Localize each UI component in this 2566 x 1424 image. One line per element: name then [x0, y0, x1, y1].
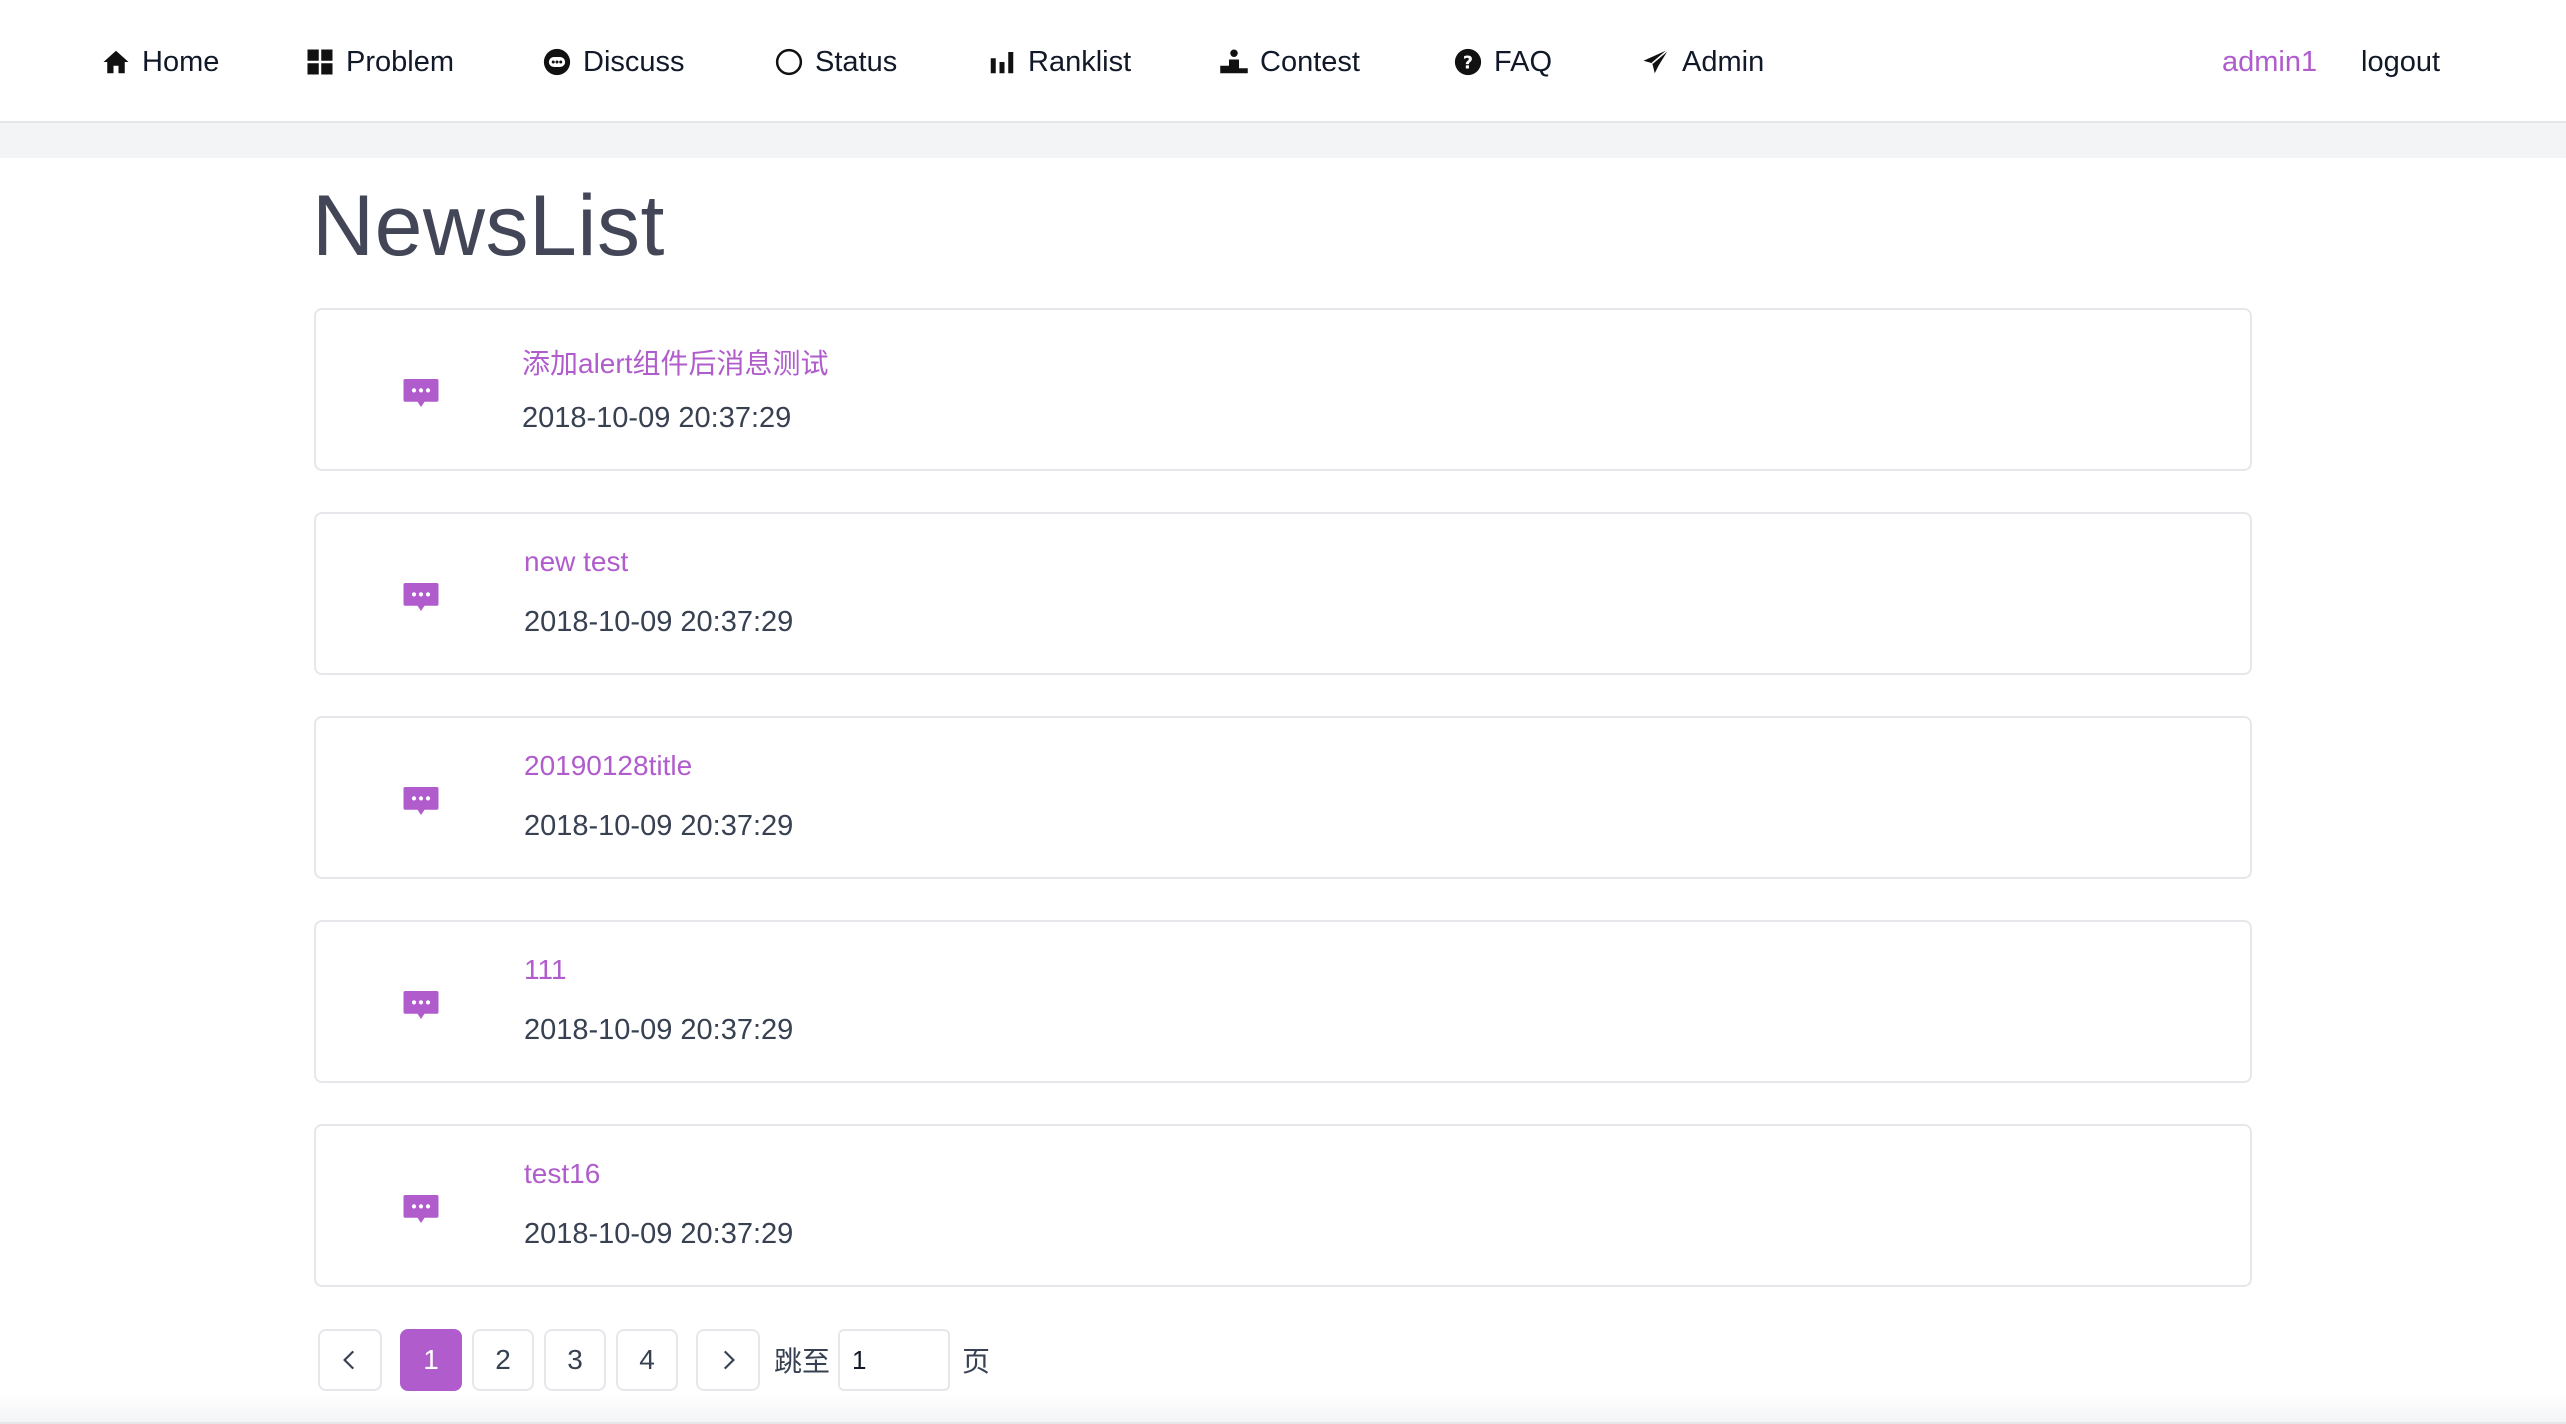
nav-status-label: Status: [815, 45, 898, 78]
news-item[interactable]: test16 2018-10-09 20:37:29: [314, 1124, 2252, 1287]
page-button-2[interactable]: 2: [472, 1329, 534, 1391]
news-date: 2018-10-09 20:37:29: [524, 810, 794, 842]
top-navbar: Home Problem Discuss Status Ranklist Con…: [0, 0, 2566, 123]
page-title: NewsList: [312, 178, 665, 274]
nav-admin[interactable]: Admin: [1640, 40, 1764, 84]
nav-ranklist-label: Ranklist: [1028, 45, 1132, 78]
news-title[interactable]: test16: [524, 1158, 600, 1190]
podium-icon: [1218, 46, 1250, 78]
news-date: 2018-10-09 20:37:29: [524, 1218, 794, 1250]
header-divider-strip: [0, 123, 2566, 158]
user-name-link[interactable]: admin1: [2222, 40, 2317, 84]
chat-icon: [541, 46, 573, 78]
pagination: 1 2 3 4 跳至 页: [318, 1328, 990, 1392]
page-unit-label: 页: [962, 1346, 991, 1377]
nav-status[interactable]: Status: [773, 40, 897, 84]
logout-link[interactable]: logout: [2361, 40, 2440, 84]
nav-faq[interactable]: ? FAQ: [1452, 40, 1552, 84]
news-item[interactable]: 20190128title 2018-10-09 20:37:29: [314, 716, 2252, 879]
news-date: 2018-10-09 20:37:29: [522, 402, 792, 434]
message-icon: [403, 379, 439, 407]
news-date: 2018-10-09 20:37:29: [524, 606, 794, 638]
footer-divider: [0, 1395, 2566, 1424]
news-date: 2018-10-09 20:37:29: [524, 1014, 794, 1046]
home-icon: [100, 46, 132, 78]
nav-home-label: Home: [142, 45, 220, 78]
message-icon: [403, 1195, 439, 1223]
page-button-4[interactable]: 4: [616, 1329, 678, 1391]
page-button-1[interactable]: 1: [400, 1329, 462, 1391]
nav-problem-label: Problem: [346, 45, 454, 78]
svg-text:?: ?: [1463, 53, 1473, 73]
message-icon: [403, 583, 439, 611]
jump-to-label: 跳至: [774, 1346, 831, 1377]
news-title[interactable]: 20190128title: [524, 750, 692, 782]
news-item[interactable]: 添加alert组件后消息测试 2018-10-09 20:37:29: [314, 308, 2252, 471]
nav-discuss-label: Discuss: [583, 45, 685, 78]
prev-page-button[interactable]: [318, 1329, 382, 1391]
jump-to-page-input[interactable]: [838, 1329, 951, 1391]
news-item[interactable]: 111 2018-10-09 20:37:29: [314, 920, 2252, 1083]
question-icon: ?: [1452, 46, 1484, 78]
chevron-right-icon: [723, 1350, 735, 1370]
next-page-button[interactable]: [696, 1329, 760, 1391]
page-button-3[interactable]: 3: [544, 1329, 606, 1391]
nav-home[interactable]: Home: [100, 40, 219, 84]
message-icon: [403, 787, 439, 815]
message-icon: [403, 991, 439, 1019]
paper-plane-icon: [1640, 46, 1672, 78]
nav-discuss[interactable]: Discuss: [541, 40, 685, 84]
grid-icon: [304, 46, 336, 78]
news-title[interactable]: 添加alert组件后消息测试: [522, 342, 828, 382]
nav-problem[interactable]: Problem: [304, 40, 454, 84]
bar-chart-icon: [986, 46, 1018, 78]
chevron-left-icon: [343, 1350, 355, 1370]
nav-ranklist[interactable]: Ranklist: [986, 40, 1131, 84]
nav-contest-label: Contest: [1260, 45, 1360, 78]
news-title[interactable]: 111: [524, 954, 567, 986]
news-item[interactable]: new test 2018-10-09 20:37:29: [314, 512, 2252, 675]
nav-faq-label: FAQ: [1494, 45, 1553, 78]
nav-contest[interactable]: Contest: [1218, 40, 1360, 84]
circle-icon: [773, 46, 805, 78]
news-title[interactable]: new test: [524, 546, 628, 578]
nav-admin-label: Admin: [1682, 45, 1765, 78]
